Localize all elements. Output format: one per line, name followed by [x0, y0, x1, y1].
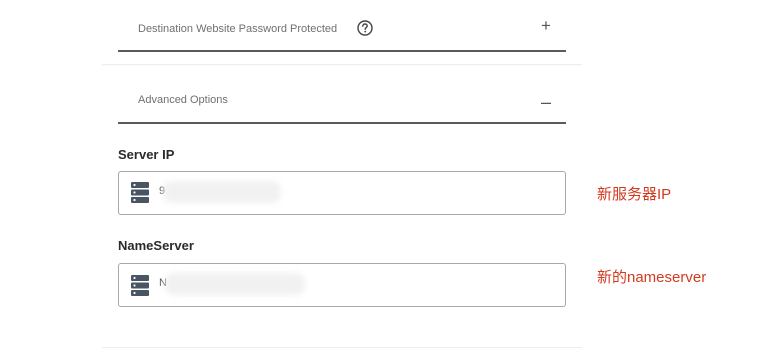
- expand-plus-icon[interactable]: +: [538, 16, 554, 36]
- nameserver-annotation: 新的nameserver: [597, 269, 707, 286]
- panel-bottom-divider: [102, 347, 582, 348]
- server-ip-label: Server IP: [118, 147, 175, 162]
- server-icon: [131, 275, 149, 296]
- redaction-blur: [165, 273, 305, 295]
- accordion-title-advanced-options: Advanced Options: [138, 94, 228, 106]
- accordion-advanced-options[interactable]: Advanced Options –: [118, 84, 566, 124]
- nameserver-label: NameServer: [118, 238, 194, 253]
- collapse-minus-icon[interactable]: –: [538, 92, 554, 112]
- server-ip-annotation: 新服务器IP: [597, 186, 672, 203]
- server-ip-input[interactable]: 9: [118, 171, 566, 215]
- redaction-blur: [163, 181, 281, 203]
- accordion-password-protected[interactable]: Destination Website Password Protected +: [118, 12, 566, 52]
- accordion-title-password-protected: Destination Website Password Protected: [138, 23, 338, 35]
- nameserver-input[interactable]: N: [118, 263, 566, 307]
- server-icon: [131, 182, 149, 203]
- question-circle-icon[interactable]: [357, 20, 373, 36]
